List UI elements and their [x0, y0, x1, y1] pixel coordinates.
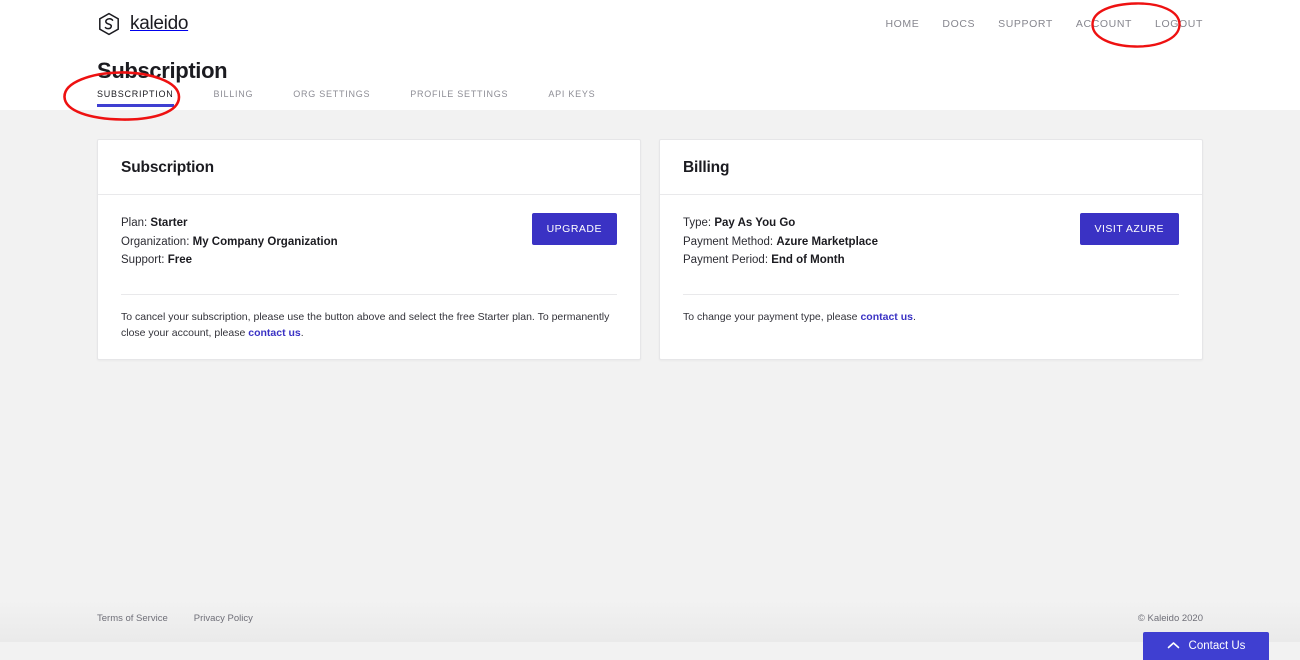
section-tabs: SUBSCRIPTION BILLING ORG SETTINGS PROFIL…: [97, 89, 595, 107]
fact-organization-label: Organization:: [121, 235, 190, 248]
nav-item-docs[interactable]: DOCS: [942, 18, 975, 30]
subscription-card-body: Plan: Starter Organization: My Company O…: [98, 195, 640, 295]
fact-type-label: Type:: [683, 217, 712, 229]
fact-payment-method-label: Payment Method:: [683, 235, 774, 248]
upgrade-button[interactable]: UPGRADE: [531, 213, 617, 245]
billing-card-note: To change your payment type, please cont…: [660, 295, 1202, 343]
subscription-card-title: Subscription: [121, 159, 214, 176]
footer-link-terms-of-service[interactable]: Terms of Service: [97, 613, 168, 624]
main-content: Subscription Plan: Starter Organization:…: [0, 110, 1300, 660]
tab-api-keys[interactable]: API KEYS: [548, 89, 595, 107]
chevron-up-icon: [1167, 637, 1180, 655]
fact-payment-period-label: Payment Period:: [683, 254, 769, 266]
billing-note-text: To change your payment type, please: [683, 310, 861, 323]
fact-support-label: Support:: [121, 254, 165, 266]
nav-item-logout[interactable]: LOGOUT: [1155, 18, 1203, 30]
subscription-note-suffix: .: [300, 326, 304, 339]
subscription-card-divider: [121, 293, 617, 295]
fact-support: Support: Free: [121, 251, 617, 270]
contact-us-widget[interactable]: Contact Us: [1143, 632, 1269, 660]
billing-contact-us-link[interactable]: contact us: [860, 311, 913, 323]
subscription-card: Subscription Plan: Starter Organization:…: [97, 139, 641, 360]
subscription-card-header: Subscription: [98, 140, 640, 195]
nav-item-account[interactable]: ACCOUNT: [1076, 18, 1132, 30]
fact-organization-value: My Company Organization: [192, 235, 338, 248]
brand-name: kaleido: [130, 13, 189, 34]
billing-card-title: Billing: [683, 159, 730, 176]
fact-plan-value: Starter: [150, 217, 188, 229]
nav-item-support[interactable]: SUPPORT: [998, 18, 1053, 30]
billing-card-header: Billing: [660, 140, 1202, 195]
nav-item-home[interactable]: HOME: [885, 18, 919, 30]
subscription-contact-us-link[interactable]: contact us: [248, 327, 301, 339]
copyright-text: © Kaleido 2020: [1137, 613, 1203, 624]
fact-plan-label: Plan:: [121, 217, 148, 229]
tab-billing[interactable]: BILLING: [214, 89, 254, 107]
fact-payment-period: Payment Period: End of Month: [683, 251, 1179, 270]
brand-logo-link[interactable]: kaleido: [97, 12, 188, 36]
footer-link-privacy-policy[interactable]: Privacy Policy: [194, 613, 253, 624]
page-title: Subscription: [97, 58, 228, 83]
site-header: kaleido HOME DOCS SUPPORT ACCOUNT LOGOUT…: [0, 0, 1300, 110]
fact-type-value: Pay As You Go: [714, 217, 796, 229]
subscription-card-note: To cancel your subscription, please use …: [98, 295, 640, 359]
footer-links: Terms of Service Privacy Policy: [97, 613, 253, 624]
billing-card-body: Type: Pay As You Go Payment Method: Azur…: [660, 195, 1202, 295]
tab-profile-settings[interactable]: PROFILE SETTINGS: [410, 89, 508, 107]
site-footer: Terms of Service Privacy Policy © Kaleid…: [0, 600, 1300, 642]
billing-note-suffix: .: [912, 310, 916, 323]
billing-card-divider: [683, 293, 1179, 295]
fact-payment-period-value: End of Month: [771, 254, 845, 266]
visit-azure-button[interactable]: VISIT AZURE: [1079, 213, 1179, 245]
tab-org-settings[interactable]: ORG SETTINGS: [293, 89, 370, 107]
cards-row: Subscription Plan: Starter Organization:…: [97, 139, 1203, 360]
tab-subscription[interactable]: SUBSCRIPTION: [97, 89, 174, 107]
subscription-note-text: To cancel your subscription, please use …: [121, 310, 610, 339]
kaleido-hex-logo-icon: [97, 12, 121, 36]
billing-card: Billing Type: Pay As You Go Payment Meth…: [659, 139, 1203, 360]
fact-support-value: Free: [167, 254, 192, 266]
fact-payment-method-value: Azure Marketplace: [776, 235, 878, 248]
contact-us-label: Contact Us: [1188, 640, 1246, 652]
top-navigation: HOME DOCS SUPPORT ACCOUNT LOGOUT: [885, 18, 1203, 30]
